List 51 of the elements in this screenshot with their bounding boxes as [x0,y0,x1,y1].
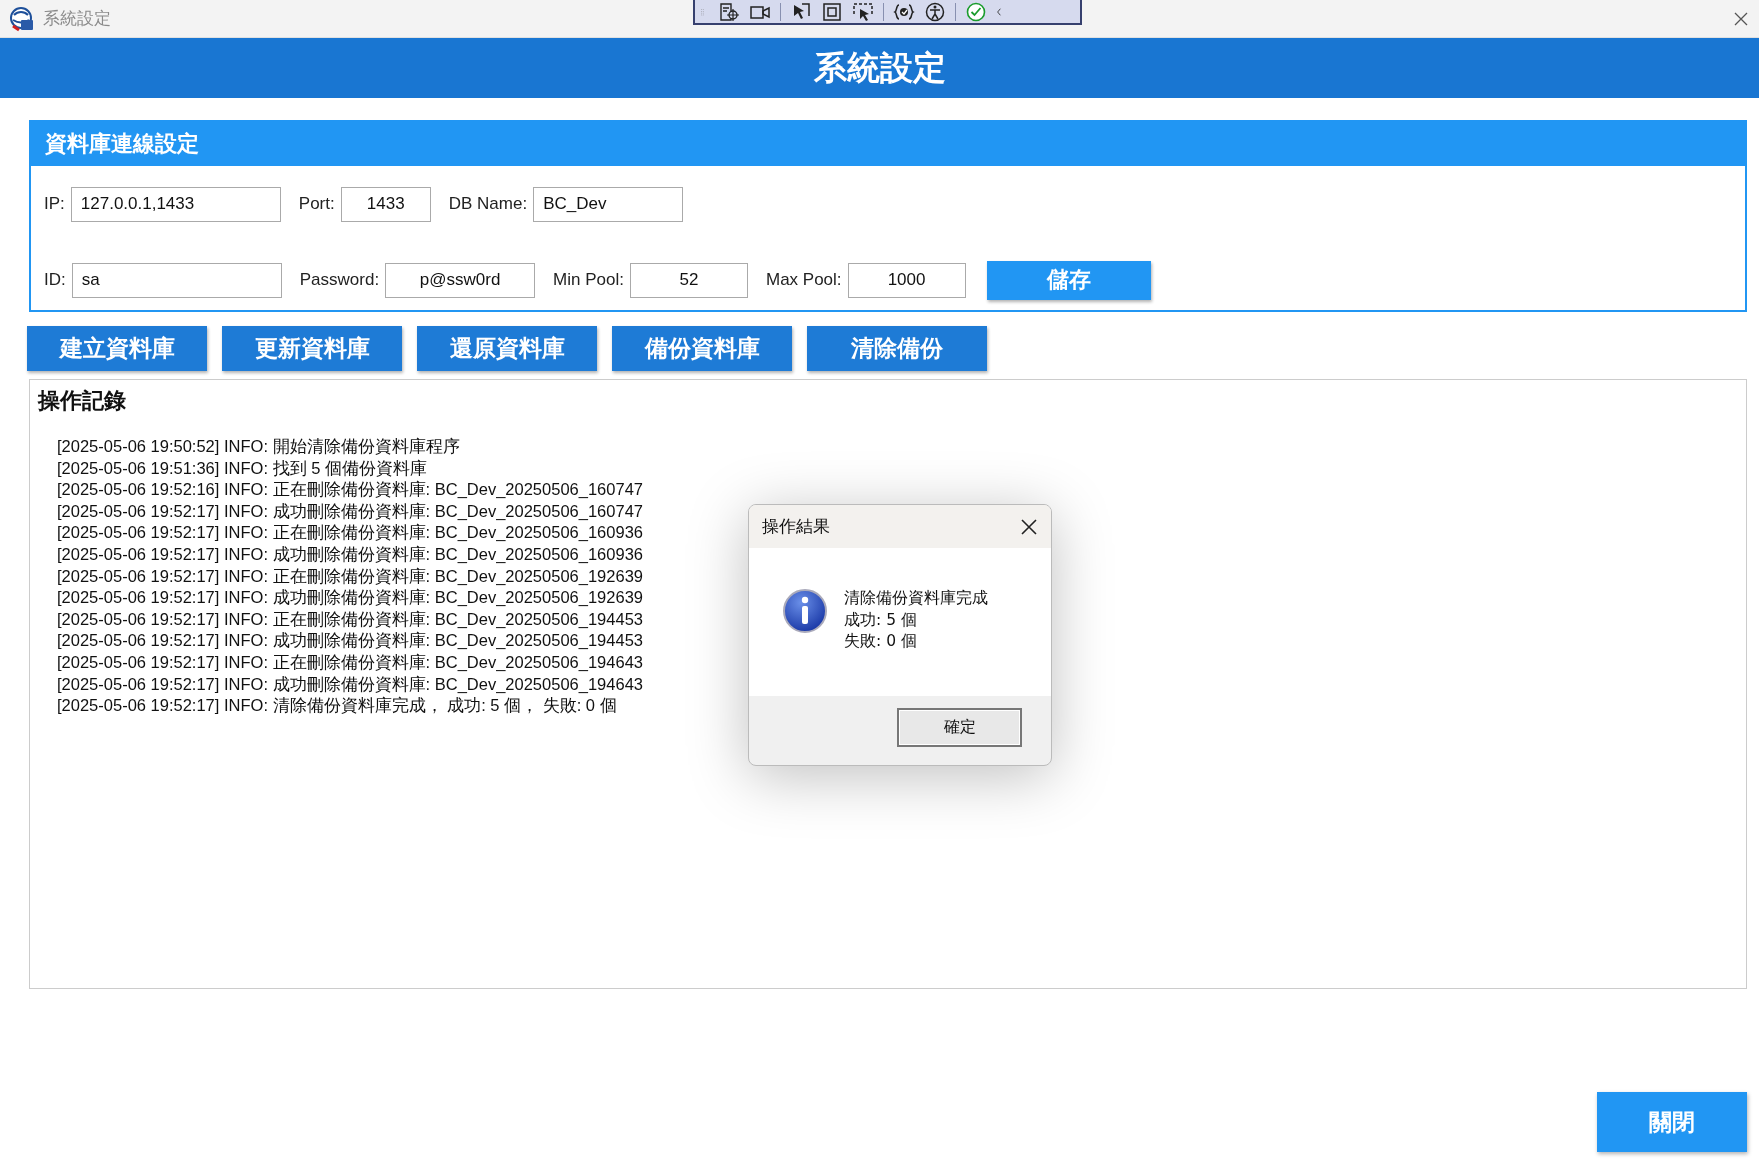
action-button[interactable]: 還原資料庫 [417,326,597,371]
input-field[interactable]: 1433 [340,186,431,222]
square-icon[interactable] [821,1,843,22]
log-line: [2025-05-06 19:52:17] INFO: 正在刪除備份資料庫: BC_Dev_20250506_160936 [57,522,643,544]
log-line: [2025-05-06 19:52:17] INFO: 成功刪除備份資料庫: BC_Dev_20250506_192639 [57,587,643,609]
dialog-title: 操作結果 [762,515,830,538]
page-header: 系統設定 [0,38,1759,98]
input-field[interactable]: sa [71,262,282,298]
action-button[interactable]: 備份資料庫 [612,326,792,371]
log-line: [2025-05-06 19:52:17] INFO: 成功刪除備份資料庫: BC_Dev_20250506_160747 [57,500,643,522]
action-button[interactable]: 清除備份 [807,326,987,371]
log-line: [2025-05-06 19:52:17] INFO: 清除備份資料庫完成， 成功: 5 個， 失敗: 0 個 [57,695,617,717]
close-icon[interactable] [1020,517,1038,536]
ok-button[interactable]: 確定 [897,708,1022,747]
input-field[interactable]: 1000 [847,262,966,298]
field-label: Max Pool: [766,270,842,290]
log-line: [2025-05-06 19:52:17] INFO: 正在刪除備份資料庫: BC_Dev_20250506_194643 [57,651,643,673]
field-label: ID: [44,270,66,290]
action-button[interactable]: 建立資料庫 [27,326,207,371]
log-line: [2025-05-06 19:52:17] INFO: 成功刪除備份資料庫: BC_Dev_20250506_194453 [57,630,643,652]
log-line: [2025-05-06 19:50:52] INFO: 開始清除備份資料庫程序 [57,436,460,457]
log-line: [2025-05-06 19:52:17] INFO: 正在刪除備份資料庫: BC_Dev_20250506_192639 [57,565,643,587]
log-line: [2025-05-06 19:52:17] INFO: 正在刪除備份資料庫: BC_Dev_20250506_194453 [57,608,643,630]
dialog-message: 清除備份資料庫完成 [844,588,988,609]
field-label: IP: [44,194,65,214]
action-button[interactable]: 更新資料庫 [222,326,402,371]
input-field[interactable]: 52 [630,262,748,298]
info-icon [782,588,828,634]
section-title: 資料庫連線設定 [31,122,1745,166]
dialog-message: 成功: 5 個 [844,609,918,631]
document-target-icon[interactable] [718,1,740,22]
check-icon[interactable] [965,1,987,22]
log-line: [2025-05-06 19:52:17] INFO: 成功刪除備份資料庫: BC_Dev_20250506_194643 [57,673,643,695]
field-label: Min Pool: [553,270,624,290]
input-field[interactable]: BC_Dev [533,186,684,222]
app-icon [9,5,35,32]
accessibility-icon[interactable] [924,1,946,22]
dialog-message: 失敗: 0 個 [844,631,918,652]
field-label: DB Name: [448,194,528,214]
close-icon[interactable] [1733,10,1749,27]
input-field[interactable]: p@ssw0rd [385,262,536,298]
log-line: [2025-05-06 19:52:17] INFO: 成功刪除備份資料庫: BC_Dev_20250506_160936 [57,543,643,565]
pointer-frame-icon[interactable] [852,1,874,22]
log-line: [2025-05-06 19:51:36] INFO: 找到 5 個備份資料庫 [57,457,427,479]
braces-check-icon[interactable] [893,1,915,22]
log-line: [2025-05-06 19:52:16] INFO: 正在刪除備份資料庫: BC_Dev_20250506_160747 [57,479,643,501]
field-label: Password: [299,270,380,290]
log-title: 操作記錄 [38,387,126,415]
input-field[interactable]: 127.0.0.1,1433 [70,186,281,222]
window-title: 系統設定 [43,8,111,30]
field-label: Port: [298,194,335,214]
